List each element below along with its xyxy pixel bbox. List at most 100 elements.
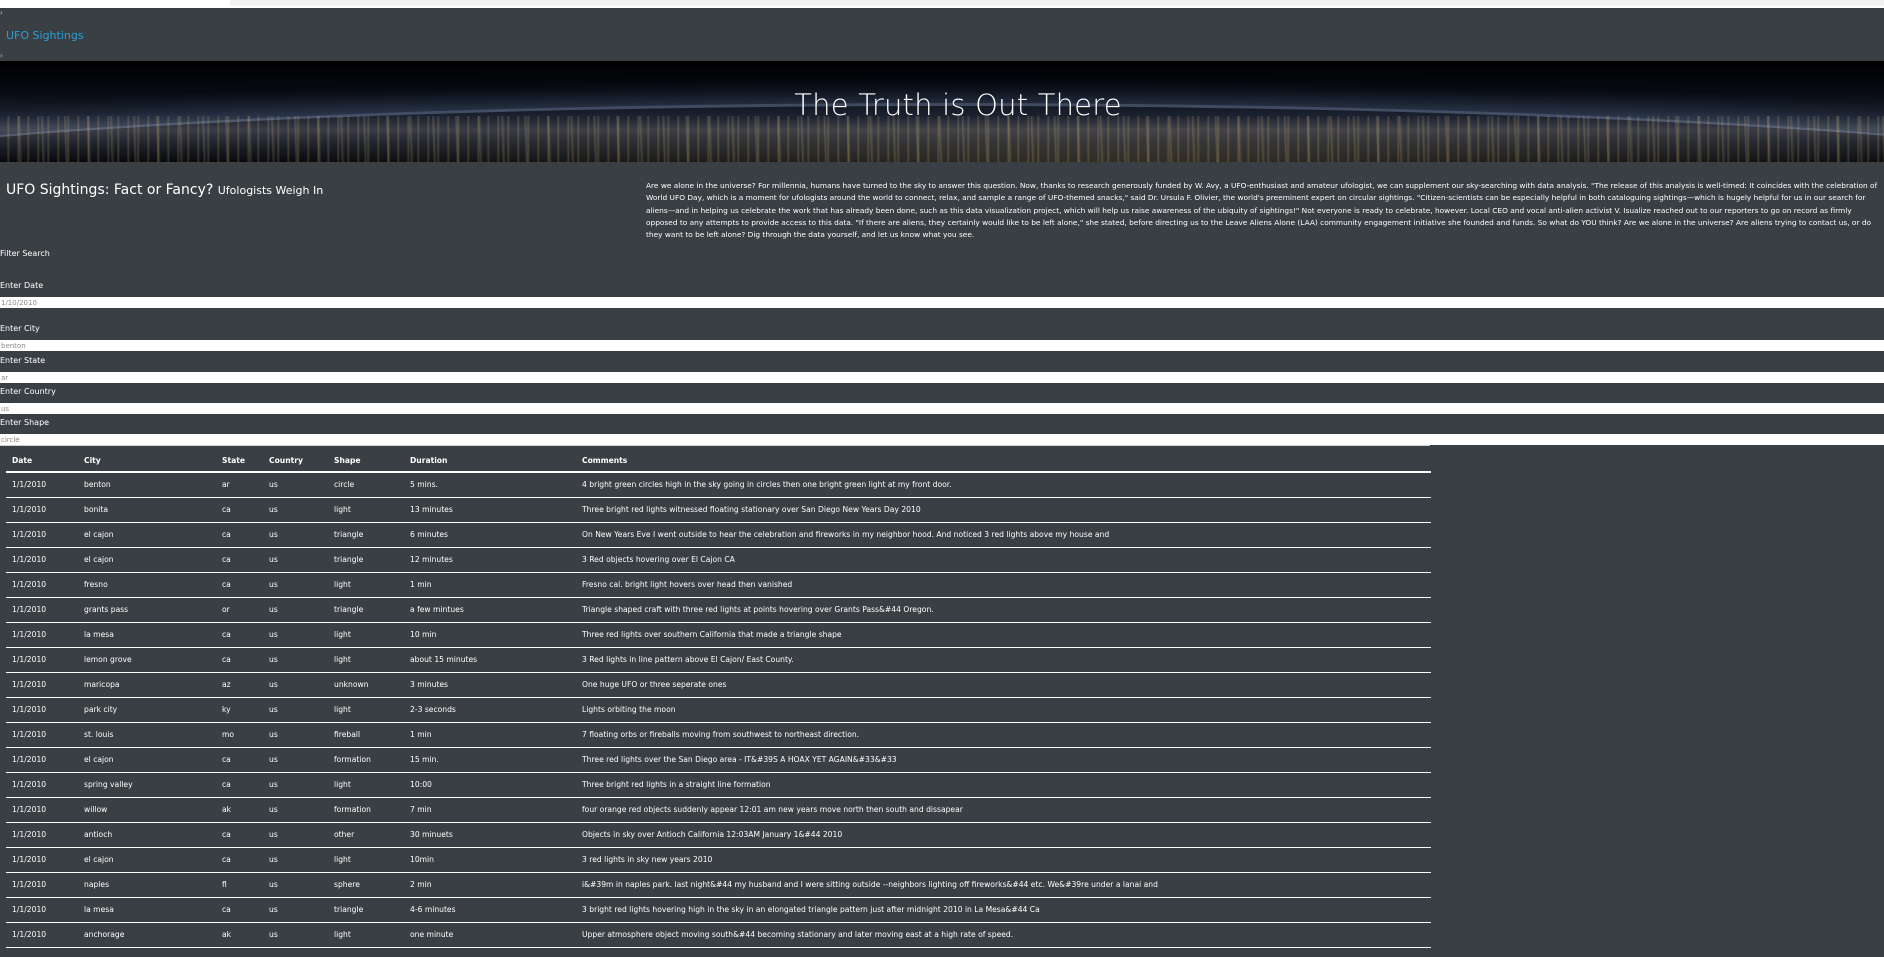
col-header-city[interactable]: City [78, 450, 216, 473]
cell-comments: four orange red objects suddenly appear … [576, 797, 1431, 823]
cell-shape: light [328, 922, 404, 948]
cell-state: ca [216, 747, 263, 773]
cell-country: us [263, 922, 328, 948]
filter-heading: Filter Search [0, 249, 50, 258]
table-row: 1/1/2010 maricopa az us unknown 3 minutes One … [6, 672, 1431, 698]
table-header-row: Date City State Country Shape Duration C… [6, 450, 1431, 473]
date-label: Enter Date [0, 281, 44, 290]
col-header-country[interactable]: Country [263, 450, 328, 473]
hero-title: The Truth is Out There [794, 88, 1122, 122]
shape-label: Enter Shape [0, 418, 50, 427]
ufo-table: Date City State Country Shape Duration C… [6, 450, 1431, 948]
cell-date: 1/1/2010 [6, 922, 78, 948]
cell-city: fresno [78, 572, 216, 598]
cell-city: el cajon [78, 547, 216, 573]
col-header-date[interactable]: Date [6, 450, 78, 473]
col-header-state[interactable]: State [216, 450, 263, 473]
cell-shape: fireball [328, 722, 404, 748]
cell-duration: 6 minutes [404, 522, 576, 548]
cell-date: 1/1/2010 [6, 697, 78, 723]
cell-duration: 2 min [404, 872, 576, 898]
table-row: 1/1/2010 grants pass or us triangle a few min… [6, 597, 1431, 623]
cell-city: willow [78, 797, 216, 823]
cell-comments: 3 red lights in sky new years 2010 [576, 847, 1431, 873]
cell-comments: Objects in sky over Antioch California 1… [576, 822, 1431, 848]
col-header-comments[interactable]: Comments [576, 450, 1431, 473]
table-row: 1/1/2010 willow ak us formation 7 min four ora… [6, 797, 1431, 823]
table-row: 1/1/2010 naples fl us sphere 2 min i&#39m in n… [6, 872, 1431, 898]
cell-shape: unknown [328, 672, 404, 698]
cell-duration: 10 min [404, 622, 576, 648]
city-label: Enter City [0, 324, 40, 333]
cell-country: us [263, 622, 328, 648]
cell-comments: 3 bright red lights hovering high in the… [576, 897, 1431, 923]
table-row: 1/1/2010 la mesa ca us triangle 4-6 minutes 3 … [6, 897, 1431, 923]
brand-link[interactable]: UFO Sightings [6, 29, 84, 42]
cell-country: us [263, 672, 328, 698]
nav-toggle-icon[interactable]: › [0, 10, 3, 17]
table-row: 1/1/2010 spring valley ca us light 10:00 Three… [6, 772, 1431, 798]
col-header-duration[interactable]: Duration [404, 450, 576, 473]
city-lights-image [0, 116, 1884, 162]
cell-country: us [263, 547, 328, 573]
ufo-table-container: Date City State Country Shape Duration C… [6, 450, 1431, 948]
page-title-main: UFO Sightings: Fact or Fancy? [6, 182, 214, 198]
table-row: 1/1/2010 el cajon ca us triangle 12 minutes 3 … [6, 547, 1431, 573]
cell-city: naples [78, 872, 216, 898]
table-row: 1/1/2010 bonita ca us light 13 minutes Three b… [6, 497, 1431, 523]
cell-shape: formation [328, 797, 404, 823]
cell-state: ca [216, 547, 263, 573]
state-input[interactable] [0, 372, 1884, 383]
cell-shape: triangle [328, 547, 404, 573]
cell-state: ca [216, 497, 263, 523]
nav-collapse-icon[interactable]: › [0, 53, 3, 60]
cell-duration: 1 min [404, 722, 576, 748]
country-input[interactable] [0, 403, 1884, 414]
cell-country: us [263, 647, 328, 673]
cell-date: 1/1/2010 [6, 547, 78, 573]
cell-country: us [263, 697, 328, 723]
col-header-shape[interactable]: Shape [328, 450, 404, 473]
hero-banner: The Truth is Out There [0, 61, 1884, 162]
cell-city: park city [78, 697, 216, 723]
cell-state: ca [216, 847, 263, 873]
cell-shape: triangle [328, 897, 404, 923]
table-body: 1/1/2010 benton ar us circle 5 mins. 4 bright … [6, 472, 1431, 948]
date-input[interactable] [0, 297, 1884, 308]
cell-duration: one minute [404, 922, 576, 948]
cell-shape: light [328, 697, 404, 723]
cell-state: ky [216, 697, 263, 723]
cell-state: ca [216, 572, 263, 598]
table-row: 1/1/2010 antioch ca us other 30 minuets Object… [6, 822, 1431, 848]
cell-city: el cajon [78, 522, 216, 548]
cell-shape: circle [328, 472, 404, 498]
cell-comments: 3 Red lights in line pattern above El Ca… [576, 647, 1431, 673]
cell-date: 1/1/2010 [6, 722, 78, 748]
cell-state: ca [216, 822, 263, 848]
table-row: 1/1/2010 el cajon ca us triangle 6 minutes On … [6, 522, 1431, 548]
cell-date: 1/1/2010 [6, 522, 78, 548]
cell-shape: light [328, 772, 404, 798]
cell-state: ak [216, 922, 263, 948]
table-top-divider [0, 445, 1430, 446]
cell-date: 1/1/2010 [6, 872, 78, 898]
cell-comments: Three bright red lights witnessed floati… [576, 497, 1431, 523]
cell-shape: light [328, 622, 404, 648]
cell-city: spring valley [78, 772, 216, 798]
cell-duration: 7 min [404, 797, 576, 823]
shape-input[interactable] [0, 434, 1884, 445]
cell-shape: other [328, 822, 404, 848]
cell-country: us [263, 597, 328, 623]
cell-comments: Fresno cal. bright light hovers over hea… [576, 572, 1431, 598]
cell-state: ca [216, 647, 263, 673]
cell-city: anchorage [78, 922, 216, 948]
cell-duration: 1 min [404, 572, 576, 598]
cell-comments: Three red lights over the San Diego area… [576, 747, 1431, 773]
cell-comments: Three red lights over southern Californi… [576, 622, 1431, 648]
cell-state: ar [216, 472, 263, 498]
navbar: › UFO Sightings › [0, 8, 1884, 61]
table-row: 1/1/2010 lemon grove ca us light about 15 min… [6, 647, 1431, 673]
cell-duration: 2-3 seconds [404, 697, 576, 723]
cell-date: 1/1/2010 [6, 597, 78, 623]
city-input[interactable] [0, 340, 1884, 351]
